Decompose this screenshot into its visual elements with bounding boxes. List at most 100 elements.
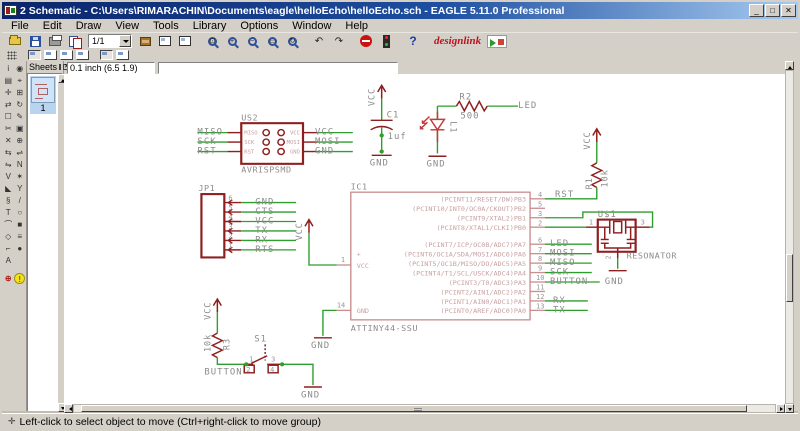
menu-options[interactable]: Options bbox=[233, 19, 285, 33]
menu-help[interactable]: Help bbox=[338, 19, 375, 33]
vcc-symbol-ic1[interactable]: VCC bbox=[295, 218, 337, 266]
maximize-button[interactable]: □ bbox=[765, 4, 780, 17]
tool-erc-check-button[interactable]: ⊕ bbox=[3, 273, 13, 284]
component-led[interactable]: L1 bbox=[419, 111, 458, 143]
tool-circle-button[interactable]: ○ bbox=[15, 207, 26, 218]
tool-copy-button[interactable]: ⊞ bbox=[15, 87, 26, 98]
help-button[interactable]: ? bbox=[404, 34, 422, 49]
tool-rotate-button[interactable]: ↻ bbox=[15, 99, 26, 110]
vcc-symbol-r1[interactable]: VCC bbox=[583, 127, 602, 150]
tool-mirror-button[interactable]: ⇄ bbox=[3, 99, 14, 110]
tool-paste-button[interactable]: ▣ bbox=[15, 123, 26, 134]
tool-info-button[interactable]: i bbox=[3, 63, 14, 74]
tool-delete-button[interactable]: ✕ bbox=[3, 135, 14, 146]
layer-view-button-6[interactable] bbox=[116, 50, 129, 60]
tool-change-button[interactable]: ✎ bbox=[15, 111, 26, 122]
scroll-right-icon[interactable] bbox=[776, 404, 785, 413]
tool-polygon-button[interactable]: ◇ bbox=[3, 231, 14, 242]
tool-pinswap-button[interactable]: ⇆ bbox=[3, 147, 14, 158]
frame-button-2[interactable] bbox=[176, 34, 194, 49]
element14-badge[interactable] bbox=[487, 34, 508, 48]
open-button[interactable] bbox=[6, 34, 24, 49]
vertical-scrollbar[interactable] bbox=[785, 61, 794, 413]
grid-icon[interactable] bbox=[7, 50, 17, 60]
hscroll-thumb[interactable] bbox=[81, 405, 747, 412]
frame-button-1[interactable] bbox=[156, 34, 174, 49]
cam-processor-button[interactable] bbox=[66, 34, 84, 49]
layer-view-button-4[interactable] bbox=[76, 50, 89, 60]
zoom-select-button[interactable]: ▭ bbox=[263, 34, 281, 49]
vcc-symbol-c1[interactable]: VCC bbox=[368, 83, 387, 106]
tool-junction-button[interactable]: ● bbox=[15, 243, 26, 254]
tool-label-button[interactable]: A bbox=[3, 255, 14, 266]
tool-name-button[interactable]: N bbox=[15, 159, 26, 170]
erc-traffic-button[interactable] bbox=[377, 34, 395, 49]
vcc-symbol-r3[interactable]: VCC bbox=[203, 297, 222, 320]
zoom-redraw-button[interactable]: ↻ bbox=[283, 34, 301, 49]
tool-cut-button[interactable]: ✂ bbox=[3, 123, 14, 134]
tool-group-button[interactable]: ☐ bbox=[3, 111, 14, 122]
layer-view-button-1[interactable] bbox=[28, 50, 41, 60]
tool-display-button[interactable]: ▤ bbox=[3, 75, 14, 86]
horizontal-scrollbar[interactable] bbox=[64, 404, 785, 413]
menu-file[interactable]: File bbox=[4, 19, 36, 33]
component-s1[interactable]: S1 1 3 2 4 bbox=[243, 335, 285, 374]
tool-show-button[interactable]: ◉ bbox=[15, 63, 26, 74]
menu-view[interactable]: View bbox=[108, 19, 146, 33]
sheet-thumbnail-1[interactable]: 1 bbox=[30, 76, 56, 114]
gnd-symbol-resonator[interactable]: GND bbox=[605, 269, 627, 287]
tool-wire-button[interactable]: / bbox=[15, 195, 26, 206]
tool-add-button[interactable]: ⊕ bbox=[15, 135, 26, 146]
component-ic1[interactable]: IC1 ATTINY44-SSU 1 + VCC 14 GND 4 5 3 2 … bbox=[336, 182, 545, 334]
zoom-out-button[interactable]: − bbox=[243, 34, 261, 49]
stop-button[interactable] bbox=[357, 34, 375, 49]
tool-miter-button[interactable]: ◣ bbox=[3, 183, 14, 194]
tool-mark-button[interactable]: ⌖ bbox=[15, 75, 26, 86]
gnd-symbol-s1[interactable]: GND bbox=[282, 363, 322, 400]
menu-tools[interactable]: Tools bbox=[146, 19, 186, 33]
undo-button[interactable]: ↶ bbox=[310, 34, 328, 49]
gnd-symbol-c1[interactable]: GND bbox=[370, 154, 392, 169]
scroll-left-icon[interactable] bbox=[64, 404, 73, 413]
tool-errors-button[interactable]: ! bbox=[14, 273, 25, 284]
library-button[interactable] bbox=[136, 34, 154, 49]
menu-window[interactable]: Window bbox=[285, 19, 338, 33]
menu-edit[interactable]: Edit bbox=[36, 19, 69, 33]
scroll-down-icon[interactable] bbox=[785, 404, 794, 413]
menu-draw[interactable]: Draw bbox=[69, 19, 109, 33]
tool-erc-button[interactable] bbox=[15, 255, 26, 266]
tool-move-button[interactable]: ✛ bbox=[3, 87, 14, 98]
layer-view-button-3[interactable] bbox=[60, 50, 73, 60]
tool-bus-button[interactable]: ≡ bbox=[15, 231, 26, 242]
save-button[interactable] bbox=[26, 34, 44, 49]
scroll-up-icon[interactable] bbox=[785, 61, 794, 70]
tool-net-button[interactable]: ⌐ bbox=[3, 243, 14, 254]
component-jp1[interactable]: JP1 6 5 4 3 2 1 bbox=[198, 183, 242, 259]
close-button[interactable]: ✕ bbox=[781, 4, 796, 17]
tool-invoke-button[interactable]: § bbox=[3, 195, 14, 206]
zoom-in-button[interactable]: + bbox=[223, 34, 241, 49]
component-r2[interactable]: R2 500 bbox=[455, 93, 488, 122]
tool-smash-button[interactable]: ✶ bbox=[15, 171, 26, 182]
redo-button[interactable]: ↷ bbox=[330, 34, 348, 49]
zoom-fit-button[interactable]: ⊡ bbox=[203, 34, 221, 49]
vscroll-thumb[interactable] bbox=[786, 253, 793, 302]
tool-gateswap-button[interactable]: ⇋ bbox=[3, 159, 14, 170]
layer-view-button-2[interactable] bbox=[44, 50, 57, 60]
sheet-selector-dropdown[interactable]: 1/1 bbox=[88, 34, 132, 48]
gnd-symbol-led[interactable]: GND bbox=[426, 155, 447, 170]
tool-split-button[interactable]: Y bbox=[15, 183, 26, 194]
tool-rect-button[interactable]: ■ bbox=[15, 219, 26, 230]
component-resonator[interactable]: 1 3 2 U$1 RESONATOR bbox=[585, 210, 677, 260]
float-panel-icon[interactable] bbox=[59, 64, 62, 70]
designlink-logo[interactable]: designlink bbox=[434, 35, 481, 47]
tool-arc-button[interactable]: ⌒ bbox=[3, 219, 14, 230]
schematic-canvas[interactable]: US2 AVRISPSMD MISO SCK RST VCC MOSI GND bbox=[64, 74, 785, 404]
command-input[interactable] bbox=[158, 61, 398, 74]
tool-text-button[interactable]: T bbox=[3, 207, 14, 218]
minimize-button[interactable]: _ bbox=[749, 4, 764, 17]
print-button[interactable] bbox=[46, 34, 64, 49]
gnd-symbol-ic1[interactable]: GND bbox=[311, 309, 337, 351]
tool-replace-button[interactable]: ⇌ bbox=[15, 147, 26, 158]
component-us2[interactable]: US2 AVRISPSMD MISO SCK RST VCC MOSI GND bbox=[227, 113, 317, 175]
